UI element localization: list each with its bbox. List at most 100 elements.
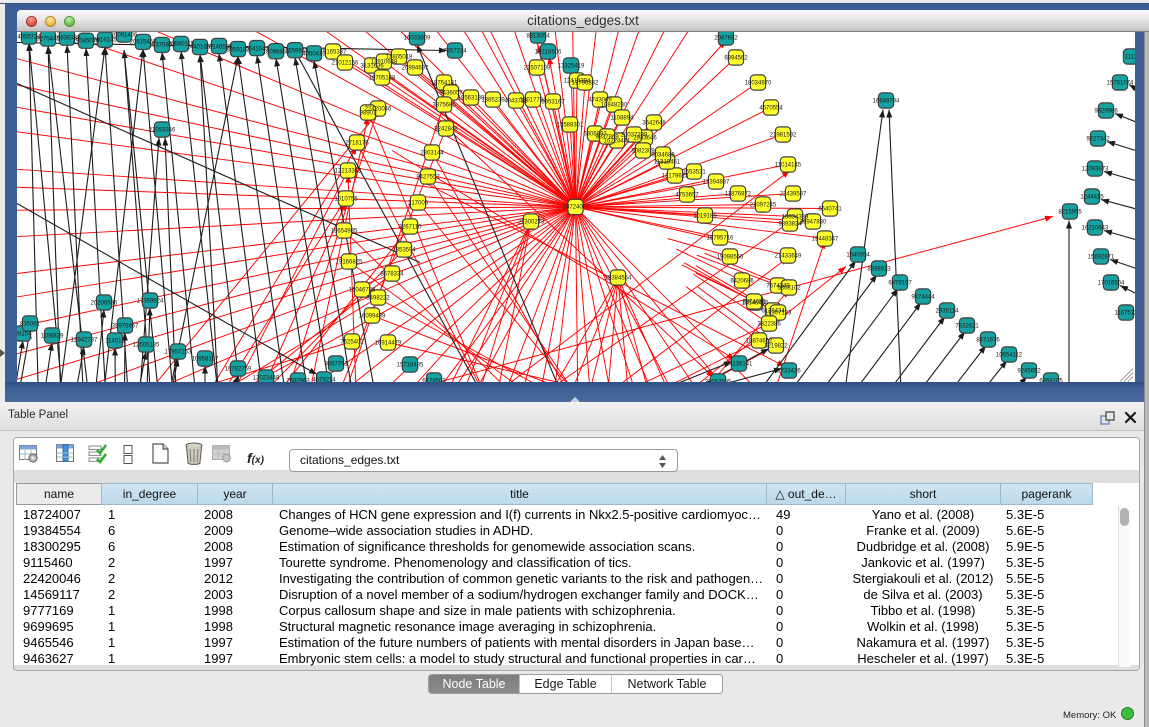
svg-text:8813054: 8813054: [526, 33, 550, 39]
svg-text:18795716: 18795716: [707, 235, 734, 241]
svg-text:16705148: 16705148: [369, 75, 396, 81]
svg-text:18724007: 18724007: [563, 204, 590, 210]
svg-text:17957253: 17957253: [165, 349, 192, 355]
svg-text:11014145: 11014145: [775, 162, 802, 168]
svg-text:6540741: 6540741: [818, 206, 842, 212]
svg-text:19448347: 19448347: [812, 236, 839, 242]
svg-text:15165337: 15165337: [320, 49, 347, 55]
svg-text:15751074: 15751074: [1107, 80, 1134, 86]
svg-text:39154: 39154: [17, 331, 32, 337]
svg-text:9953167: 9953167: [541, 99, 565, 105]
svg-text:8938923: 8938923: [867, 266, 891, 272]
svg-text:8678334: 8678334: [380, 271, 404, 277]
svg-text:21012166: 21012166: [332, 60, 359, 66]
svg-text:1019189: 1019189: [693, 213, 717, 219]
svg-text:16782759: 16782759: [225, 366, 252, 372]
svg-text:9837869: 9837869: [595, 134, 619, 140]
svg-text:16033809: 16033809: [404, 35, 431, 41]
svg-text:4570554: 4570554: [759, 105, 783, 111]
svg-text:15588301: 15588301: [557, 122, 584, 128]
svg-text:6420686: 6420686: [730, 278, 754, 284]
svg-text:1640954: 1640954: [846, 252, 870, 258]
svg-text:12942737: 12942737: [71, 337, 98, 343]
svg-text:10958107: 10958107: [192, 356, 219, 362]
svg-text:8471676: 8471676: [976, 337, 1000, 343]
svg-text:17796882: 17796882: [572, 80, 599, 86]
svg-text:9857791: 9857791: [324, 361, 348, 367]
svg-text:22507109: 22507109: [524, 65, 551, 71]
svg-text:16099489: 16099489: [359, 313, 386, 319]
svg-text:12505135: 12505135: [133, 342, 160, 348]
svg-text:12213363: 12213363: [335, 168, 362, 174]
svg-text:13805018: 13805018: [386, 54, 413, 60]
svg-text:3875685: 3875685: [432, 102, 456, 108]
svg-text:19218506: 19218506: [535, 49, 562, 55]
svg-text:1112: 1112: [1125, 54, 1135, 60]
svg-text:19654985: 19654985: [331, 228, 358, 234]
svg-text:16210643: 16210643: [1082, 225, 1109, 231]
svg-text:3874052: 3874052: [742, 299, 766, 305]
svg-text:21300273: 21300273: [518, 219, 545, 225]
svg-text:16648794: 16648794: [873, 98, 900, 104]
svg-text:2803144: 2803144: [420, 150, 444, 156]
svg-text:9329986: 9329986: [1094, 108, 1118, 114]
svg-text:1733426: 1733426: [777, 368, 801, 374]
svg-text:17359924: 17359924: [137, 298, 164, 304]
svg-text:15692971: 15692971: [1088, 254, 1115, 260]
svg-text:11876872: 11876872: [725, 191, 752, 197]
svg-text:17307133: 17307133: [765, 310, 792, 316]
svg-text:1010755: 1010755: [334, 196, 358, 202]
svg-text:9082309: 9082309: [631, 148, 655, 154]
svg-text:21981592: 21981592: [770, 132, 797, 138]
svg-text:114519: 114519: [105, 338, 125, 344]
svg-text:8427552: 8427552: [416, 174, 440, 180]
svg-text:11318461: 11318461: [654, 159, 681, 165]
svg-text:9245652: 9245652: [1017, 368, 1041, 374]
svg-text:19098556: 19098556: [717, 254, 744, 260]
svg-text:19166825: 19166825: [336, 259, 363, 265]
svg-text:3498222: 3498222: [366, 295, 390, 301]
svg-text:5219822: 5219822: [764, 343, 788, 349]
svg-text:7632621: 7632621: [955, 323, 979, 329]
svg-text:1156829: 1156829: [41, 333, 65, 339]
svg-text:3642648: 3642648: [642, 120, 666, 126]
svg-text:17394887: 17394887: [703, 179, 730, 185]
svg-text:6879197: 6879197: [888, 280, 912, 286]
svg-text:18754131: 18754131: [431, 80, 458, 86]
svg-text:20037339: 20037339: [621, 132, 648, 138]
svg-text:20994697: 20994697: [402, 65, 429, 71]
svg-text:1108894: 1108894: [611, 115, 635, 121]
svg-text:10654112: 10654112: [996, 352, 1023, 358]
svg-text:2935114: 2935114: [936, 308, 960, 314]
svg-text:1353594: 1353594: [392, 247, 416, 253]
svg-text:10848230: 10848230: [601, 102, 628, 108]
svg-text:3322386: 3322386: [757, 321, 781, 327]
svg-text:22439587: 22439587: [780, 191, 807, 197]
svg-text:835061: 835061: [20, 321, 41, 327]
svg-text:8215955: 8215955: [1058, 209, 1082, 215]
svg-text:16914479: 16914479: [375, 340, 402, 346]
svg-text:20206536: 20206536: [91, 300, 118, 306]
svg-text:9893824: 9893824: [778, 221, 802, 227]
svg-text:9034686: 9034686: [651, 152, 675, 158]
svg-text:98901: 98901: [360, 110, 377, 116]
svg-text:3267110: 3267110: [399, 224, 423, 230]
svg-text:1167533: 1167533: [1115, 310, 1135, 316]
svg-text:16046788: 16046788: [349, 287, 376, 293]
svg-text:19384554: 19384554: [605, 275, 632, 281]
svg-text:16947830: 16947830: [800, 219, 827, 225]
svg-text:2718176: 2718176: [345, 140, 369, 146]
svg-text:1244415: 1244415: [1080, 194, 1104, 200]
svg-text:39975867: 39975867: [112, 323, 139, 329]
svg-text:13325419: 13325419: [558, 63, 585, 69]
svg-text:15718485: 15718485: [397, 362, 424, 368]
svg-text:1385239: 1385239: [481, 97, 505, 103]
svg-text:12093873: 12093873: [1082, 166, 1109, 172]
svg-text:21053346: 21053346: [149, 127, 176, 133]
svg-text:12023448: 12023448: [253, 375, 280, 381]
svg-text:5308102: 5308102: [777, 285, 801, 291]
svg-text:21433649: 21433649: [775, 253, 802, 259]
svg-text:9227342: 9227342: [1086, 136, 1110, 142]
svg-text:9242848: 9242848: [434, 126, 458, 132]
svg-text:217006: 217006: [408, 200, 429, 206]
